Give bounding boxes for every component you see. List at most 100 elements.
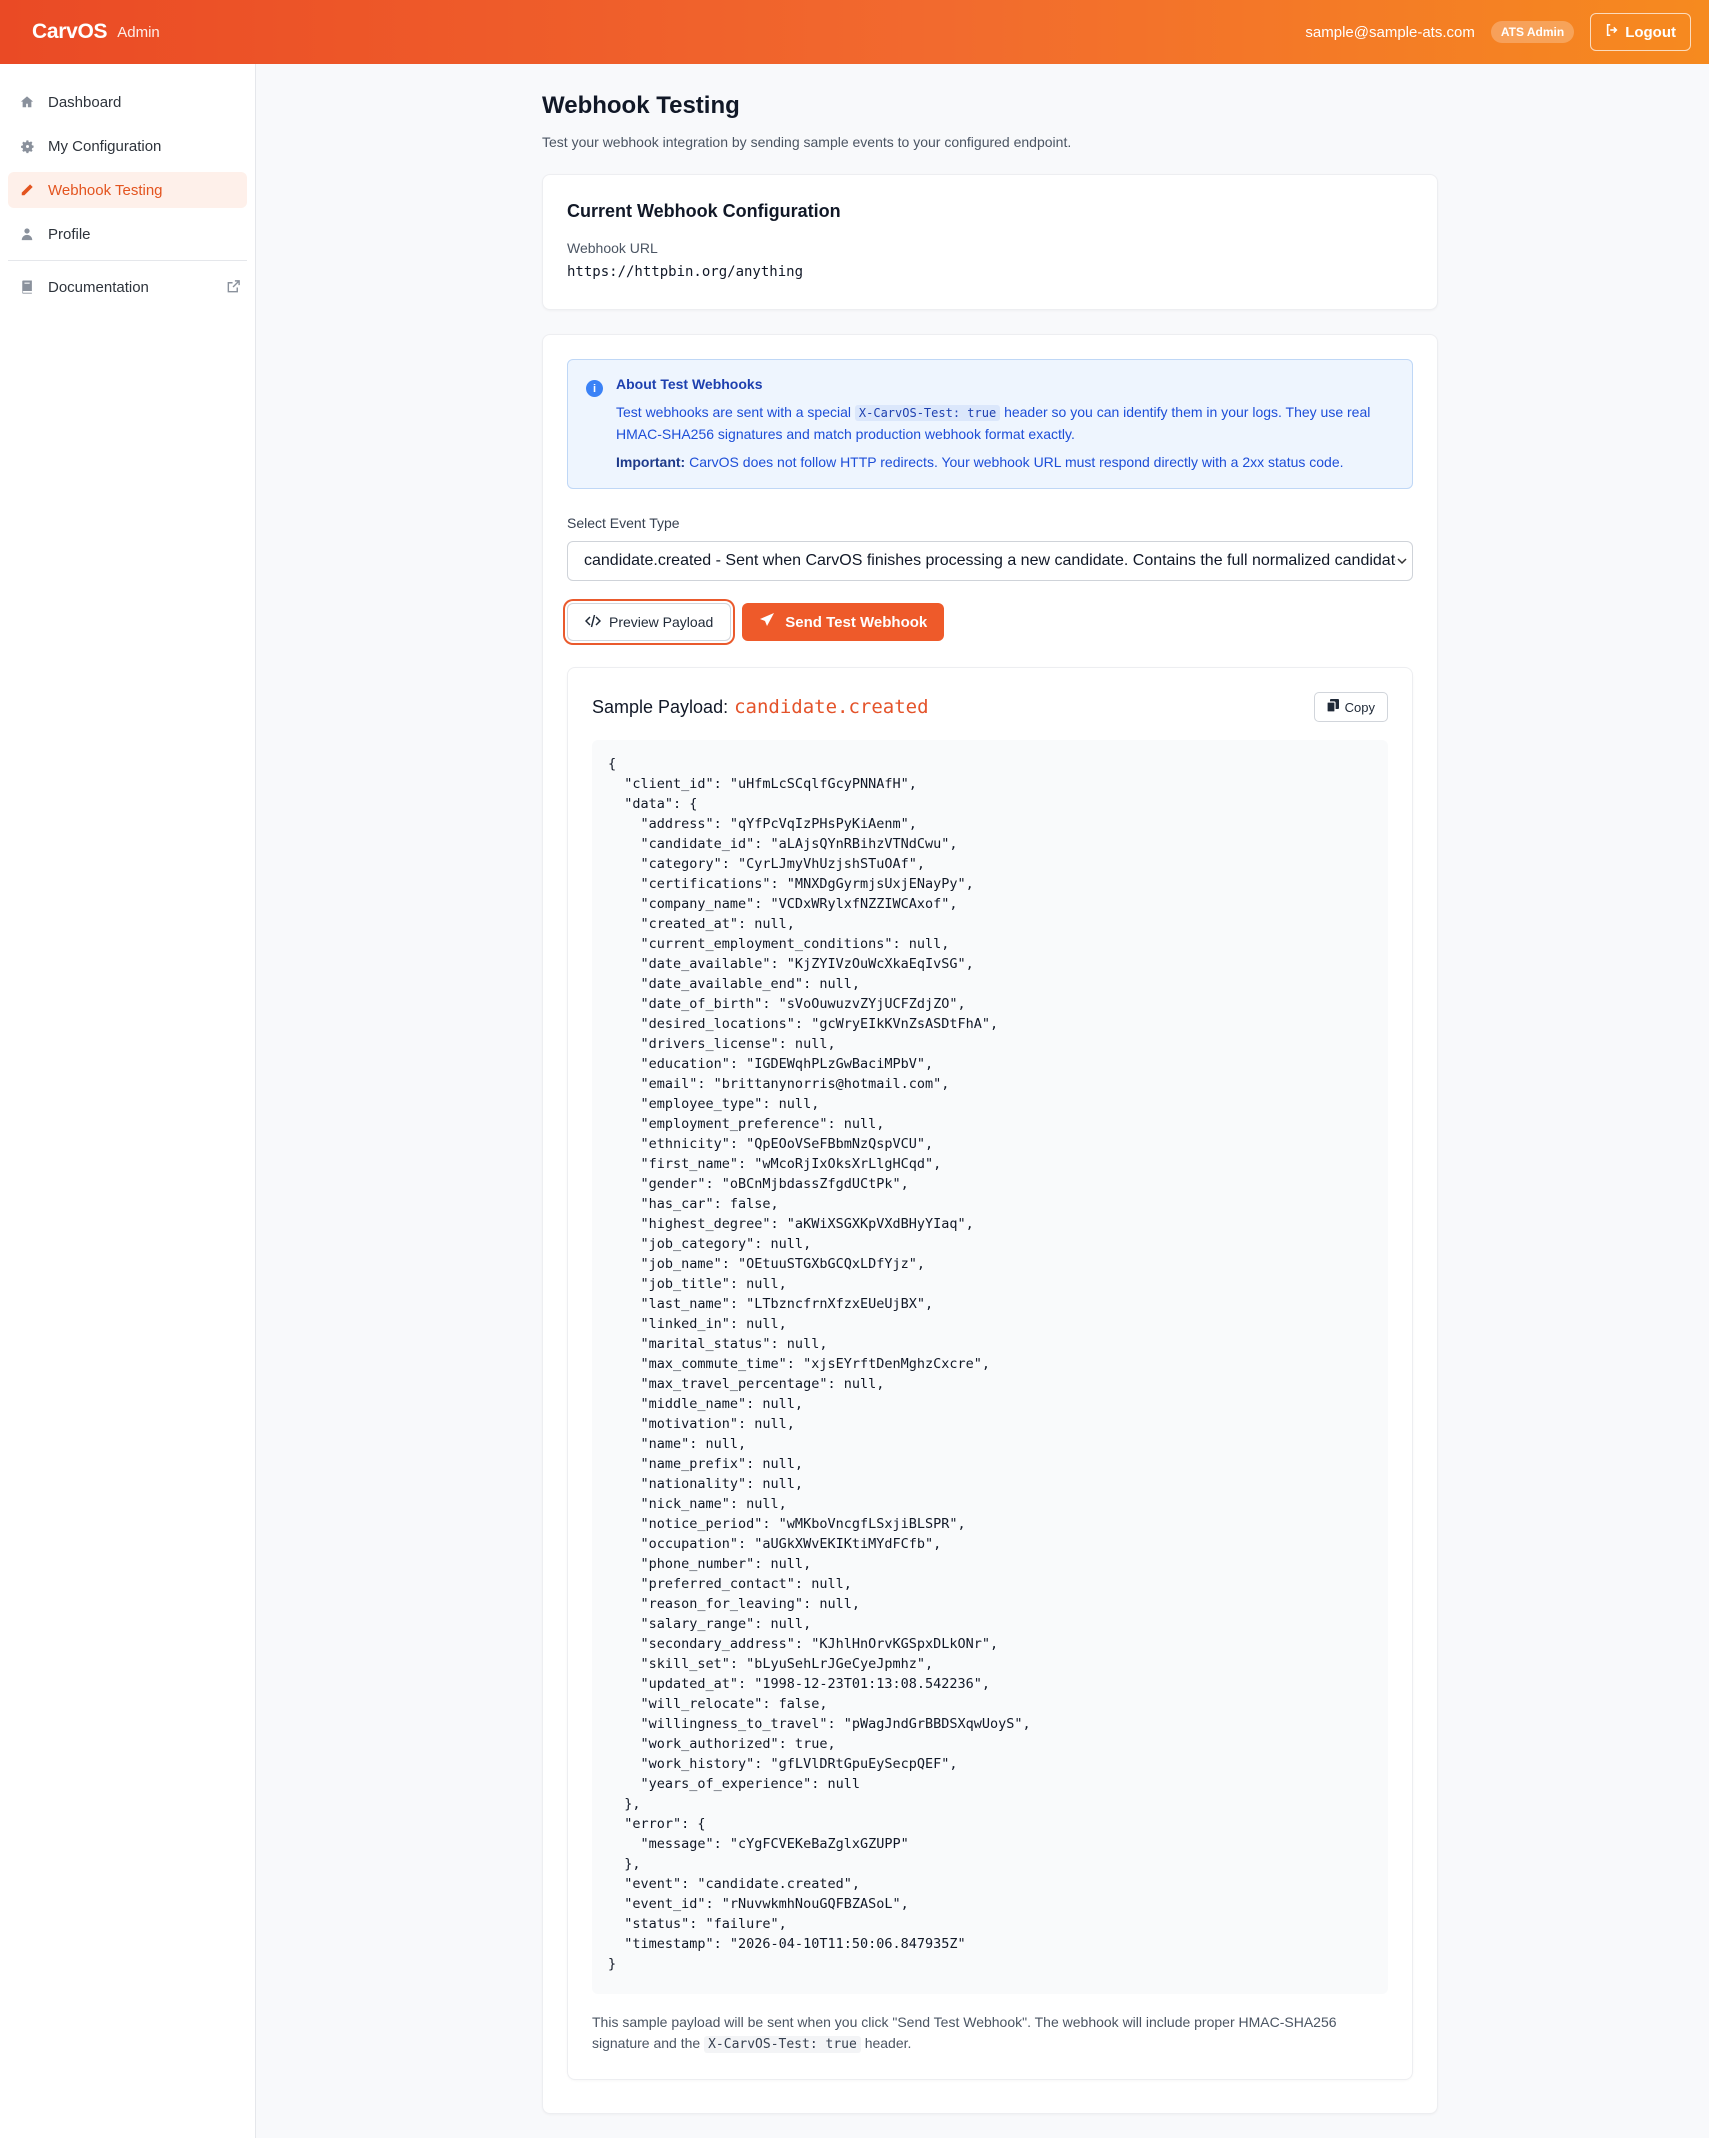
payload-code-line: "reason_for_leaving": null, (608, 1596, 860, 1612)
payload-code-line: "job_title": null, (608, 1276, 787, 1292)
user-icon (19, 226, 35, 242)
payload-code-line: "secondary_address": "KJhlHnOrvKGSpxDLkO… (608, 1636, 999, 1652)
payload-code-line: "max_travel_percentage": null, (608, 1376, 885, 1392)
payload-code-line: "client_id": "uHfmLcSCqlfGcyPNNAfH", (608, 776, 917, 792)
brand-subtitle: Admin (117, 23, 160, 41)
page-title: Webhook Testing (542, 92, 740, 119)
payload-code-line: "date_available": "KjZYIVzOuWcXkaEqIvSG"… (608, 956, 974, 972)
info-title: About Test Webhooks (616, 376, 763, 392)
logout-button[interactable]: Logout (1590, 13, 1691, 51)
payload-code-line: "address": "qYfPcVqIzPHsPyKiAenm", (608, 816, 917, 832)
payload-code-line: "skill_set": "bLyuSehLrJGeCyeJpmhz", (608, 1656, 934, 1672)
payload-note-code: X-CarvOS-Test: true (704, 2036, 861, 2053)
payload-code-line: "date_of_birth": "sVoOuwuzvZYjUCFZdjZO", (608, 996, 966, 1012)
payload-code-line: "event_id": "rNuvwkmhNouGQFBZASoL", (608, 1896, 909, 1912)
info-icon: i (586, 380, 603, 397)
payload-code-line: }, (608, 1796, 641, 1812)
payload-code-line: "linked_in": null, (608, 1316, 787, 1332)
payload-code-line: "phone_number": null, (608, 1556, 812, 1572)
copy-label: Copy (1344, 699, 1375, 715)
important-label: Important: (616, 454, 686, 470)
payload-code-line: "last_name": "LTbzncfrnXfzxEUeUjBX", (608, 1296, 934, 1312)
sidebar-item-label: My Configuration (48, 137, 162, 155)
test-webhook-card: i About Test Webhooks Test webhooks are … (542, 334, 1438, 2114)
send-test-webhook-button[interactable]: Send Test Webhook (742, 603, 945, 641)
payload-code-line: "will_relocate": false, (608, 1696, 828, 1712)
payload-code-line: "employee_type": null, (608, 1096, 820, 1112)
payload-header: Sample Payload: candidate.created Copy (592, 690, 1388, 724)
payload-note-text: header. (860, 2035, 912, 2051)
sidebar: Dashboard My Configuration Webhook Testi… (0, 64, 256, 2138)
payload-code-line: "certifications": "MNXDgGyrmjsUxjENayPy"… (608, 876, 974, 892)
important-text: CarvOS does not follow HTTP redirects. Y… (685, 454, 1344, 470)
payload-code-line: "work_authorized": true, (608, 1736, 836, 1752)
page-description: Test your webhook integration by sending… (542, 134, 1072, 150)
event-type-selected: candidate.created - Sent when CarvOS fin… (584, 552, 1396, 569)
sample-payload-card: Sample Payload: candidate.created Copy {… (567, 667, 1413, 2080)
sidebar-item-my-configuration[interactable]: My Configuration (8, 128, 247, 164)
payload-code-line: "nationality": null, (608, 1476, 804, 1492)
logout-label: Logout (1625, 23, 1676, 41)
event-type-label: Select Event Type (567, 515, 680, 531)
sidebar-item-dashboard[interactable]: Dashboard (8, 84, 247, 120)
logout-icon (1605, 23, 1619, 41)
code-icon (584, 614, 602, 631)
webhook-url-value: https://httpbin.org/anything (567, 264, 804, 280)
copy-button[interactable]: Copy (1313, 692, 1388, 722)
payload-code-line: "timestamp": "2026-04-10T11:50:06.847935… (608, 1936, 966, 1952)
sidebar-item-documentation[interactable]: Documentation (8, 269, 247, 305)
send-test-webhook-label: Send Test Webhook (785, 613, 928, 631)
payload-code-line: "event": "candidate.created", (608, 1876, 860, 1892)
copy-icon (1326, 699, 1339, 715)
payload-code-line: { (608, 756, 617, 772)
preview-payload-button[interactable]: Preview Payload (567, 603, 732, 641)
payload-code-line: "current_employment_conditions": null, (608, 936, 950, 952)
payload-code-line: "status": "failure", (608, 1916, 787, 1932)
payload-code-line: "willingness_to_travel": "pWagJndGrBBDSX… (608, 1716, 1031, 1732)
action-buttons: Preview Payload Send Test Webhook (567, 603, 1413, 641)
payload-code-line: "date_available_end": null, (608, 976, 860, 992)
payload-code-line: "job_name": "OEtuuSTGXbGCQxLDfYjz", (608, 1256, 925, 1272)
payload-code-line: "notice_period": "wMKboVncgfLSxjiBLSPR", (608, 1516, 966, 1532)
payload-code-line: "error": { (608, 1816, 706, 1832)
config-title: Current Webhook Configuration (567, 201, 841, 221)
payload-code-line: "middle_name": null, (608, 1396, 804, 1412)
send-icon (759, 612, 775, 632)
external-link-icon (226, 279, 241, 298)
chevron-down-icon (1396, 554, 1408, 573)
sidebar-item-profile[interactable]: Profile (8, 216, 247, 252)
payload-code-line: "drivers_license": null, (608, 1036, 836, 1052)
info-important: Important: CarvOS does not follow HTTP r… (616, 452, 1392, 472)
payload-code-line: "category": "CyrLJmyVhUzjshSTuOAf", (608, 856, 925, 872)
book-icon (19, 279, 35, 295)
payload-code-line: "first_name": "wMcoRjIxOksXrLlgHCqd", (608, 1156, 942, 1172)
payload-code-line: } (608, 1956, 617, 1972)
payload-code-line: "name": null, (608, 1436, 747, 1452)
payload-code-line: "occupation": "aUGkXWvEKIKtiMYdFCfb", (608, 1536, 942, 1552)
sidebar-item-webhook-testing[interactable]: Webhook Testing (8, 172, 247, 208)
payload-code-line: "updated_at": "1998-12-23T01:13:08.54223… (608, 1676, 991, 1692)
payload-code-line: "name_prefix": null, (608, 1456, 804, 1472)
payload-code-line: "marital_status": null, (608, 1336, 828, 1352)
main-content: Webhook Testing Test your webhook integr… (542, 64, 1438, 2114)
payload-code-line: "company_name": "VCDxWRylxfNZZIWCAxof", (608, 896, 958, 912)
sidebar-item-label: Webhook Testing (48, 181, 163, 199)
pencil-icon (19, 182, 35, 198)
sidebar-item-label: Documentation (48, 278, 149, 296)
payload-code-line: "highest_degree": "aKWiXSGXKpVXdBHyYIaq"… (608, 1216, 974, 1232)
top-header: CarvOS Admin sample@sample-ats.com ATS A… (0, 0, 1709, 64)
payload-code-block[interactable]: { "client_id": "uHfmLcSCqlfGcyPNNAfH", "… (592, 740, 1388, 1994)
payload-title-label: Sample Payload: (592, 697, 729, 717)
webhook-config-card: Current Webhook Configuration Webhook UR… (542, 174, 1438, 310)
info-text-part: Test webhooks are sent with a special (616, 404, 855, 420)
home-icon (19, 94, 35, 110)
role-badge: ATS Admin (1490, 21, 1575, 43)
sidebar-item-label: Dashboard (48, 93, 122, 111)
sidebar-item-label: Profile (48, 225, 91, 243)
event-type-select[interactable]: candidate.created - Sent when CarvOS fin… (567, 541, 1413, 581)
payload-code-line: "salary_range": null, (608, 1616, 812, 1632)
brand[interactable]: CarvOS Admin (32, 0, 160, 64)
brand-logo[interactable]: CarvOS (32, 20, 108, 44)
payload-code-line: }, (608, 1856, 641, 1872)
payload-code-line: "max_commute_time": "xjsEYrftDenMghzCxcr… (608, 1356, 991, 1372)
